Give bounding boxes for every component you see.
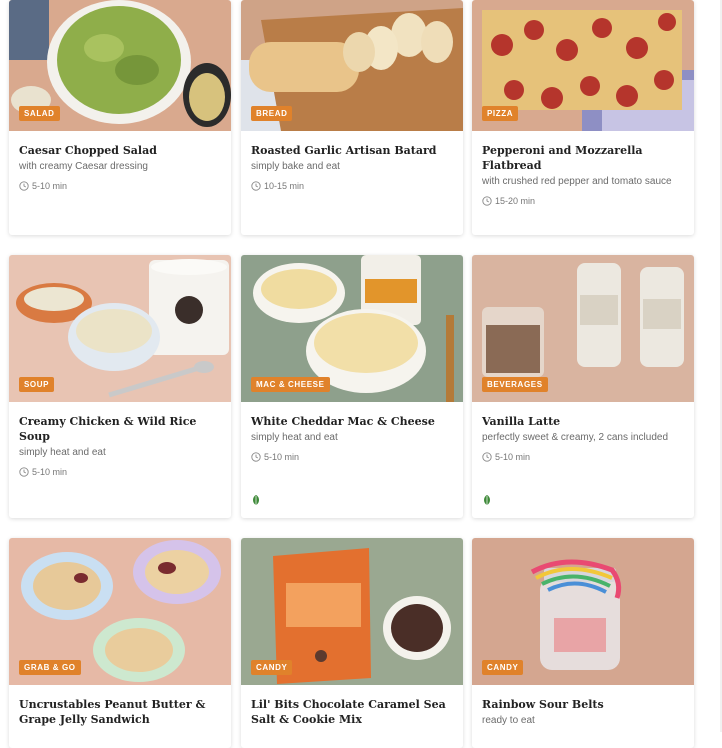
soup-image: SOUP — [9, 255, 231, 402]
product-card[interactable]: CANDY Rainbow Sour Belts ready to eat — [472, 538, 694, 748]
clock-icon — [251, 181, 261, 191]
product-title[interactable]: Uncrustables Peanut Butter & Grape Jelly… — [19, 697, 221, 727]
product-title[interactable]: Vanilla Latte — [482, 414, 684, 429]
product-subtitle: simply heat and eat — [19, 447, 106, 458]
clock-icon — [251, 452, 261, 462]
product-card[interactable]: CANDY Lil' Bits Chocolate Caramel Sea Sa… — [241, 538, 463, 748]
product-title[interactable]: Pepperoni and Mozzarella Flatbread — [482, 143, 684, 173]
flatbread-image: PIZZA — [472, 0, 694, 131]
candy-jar-image: CANDY — [472, 538, 694, 685]
vegetarian-leaf-icon — [484, 495, 490, 505]
prep-time: 5-10 min — [19, 467, 221, 477]
product-card[interactable]: SALAD Caesar Chopped Salad with creamy C… — [9, 0, 231, 235]
product-subtitle: simply bake and eat — [251, 161, 340, 172]
clock-icon — [19, 181, 29, 191]
product-card[interactable]: BEVERAGES Vanilla Latte perfectly sweet … — [472, 255, 694, 518]
clock-icon — [482, 452, 492, 462]
product-card[interactable]: GRAB & GO Uncrustables Peanut Butter & G… — [9, 538, 231, 748]
product-card[interactable]: PIZZA Pepperoni and Mozzarella Flatbread… — [472, 0, 694, 235]
prep-time-label: 5-10 min — [495, 452, 531, 462]
category-badge: CANDY — [251, 660, 293, 675]
product-card[interactable]: SOUP Creamy Chicken & Wild Rice Soup sim… — [9, 255, 231, 518]
product-title[interactable]: Lil' Bits Chocolate Caramel Sea Salt & C… — [251, 697, 453, 727]
prep-time: 10-15 min — [251, 181, 453, 191]
prep-time-label: 5-10 min — [32, 181, 68, 191]
prep-time: 5-10 min — [482, 452, 684, 462]
product-title[interactable]: Caesar Chopped Salad — [19, 143, 221, 158]
category-badge: GRAB & GO — [19, 660, 81, 675]
product-title[interactable]: Creamy Chicken & Wild Rice Soup — [19, 414, 221, 444]
prep-time-label: 5-10 min — [32, 467, 68, 477]
prep-time: 5-10 min — [19, 181, 221, 191]
category-badge: CANDY — [482, 660, 524, 675]
sandwich-image: GRAB & GO — [9, 538, 231, 685]
salad-image: SALAD — [9, 0, 231, 131]
category-badge: PIZZA — [482, 106, 519, 121]
product-title[interactable]: Roasted Garlic Artisan Batard — [251, 143, 453, 158]
latte-image: BEVERAGES — [472, 255, 694, 402]
chocolate-image: CANDY — [241, 538, 463, 685]
prep-time: 15-20 min — [482, 196, 684, 206]
product-card[interactable]: BREAD Roasted Garlic Artisan Batard simp… — [241, 0, 463, 235]
prep-time-label: 10-15 min — [264, 181, 305, 191]
product-subtitle: perfectly sweet & creamy, 2 cans include… — [482, 432, 669, 443]
vegetarian-leaf-icon — [253, 495, 259, 505]
bread-image: BREAD — [241, 0, 463, 131]
product-title[interactable]: White Cheddar Mac & Cheese — [251, 414, 453, 429]
prep-time: 5-10 min — [251, 452, 453, 462]
category-badge: BEVERAGES — [482, 377, 548, 392]
mac-cheese-image: MAC & CHEESE — [241, 255, 463, 402]
product-subtitle: ready to eat — [482, 715, 535, 726]
product-subtitle: simply heat and eat — [251, 432, 338, 443]
category-badge: BREAD — [251, 106, 293, 121]
clock-icon — [19, 467, 29, 477]
product-card[interactable]: MAC & CHEESE White Cheddar Mac & Cheese … — [241, 255, 463, 518]
clock-icon — [482, 196, 492, 206]
category-badge: MAC & CHEESE — [251, 377, 330, 392]
product-title[interactable]: Rainbow Sour Belts — [482, 697, 684, 712]
category-badge: SOUP — [19, 377, 55, 392]
product-subtitle: with creamy Caesar dressing — [19, 161, 148, 172]
product-subtitle: with crushed red pepper and tomato sauce — [482, 176, 672, 187]
prep-time-label: 15-20 min — [495, 196, 536, 206]
prep-time-label: 5-10 min — [264, 452, 300, 462]
category-badge: SALAD — [19, 106, 60, 121]
